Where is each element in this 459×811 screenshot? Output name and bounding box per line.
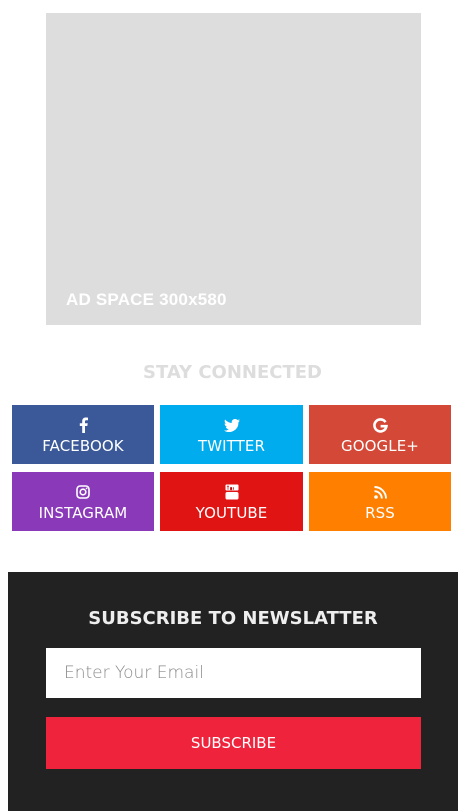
rss-button[interactable]: RSS [309, 472, 451, 531]
rss-icon [373, 483, 387, 501]
instagram-label: INSTAGRAM [38, 504, 128, 522]
newsletter-section: SUBSCRIBE TO NEWSLATTER SUBSCRIBE [8, 572, 458, 811]
facebook-button[interactable]: FACEBOOK [12, 405, 154, 464]
ad-space: AD SPACE 300x580 [46, 13, 421, 325]
ad-space-label: AD SPACE 300x580 [66, 290, 227, 309]
youtube-button[interactable]: YOUTUBE [160, 472, 303, 531]
facebook-label: FACEBOOK [42, 437, 124, 455]
google-icon [372, 416, 388, 434]
rss-label: RSS [365, 504, 395, 522]
subscribe-button[interactable]: SUBSCRIBE [46, 717, 421, 769]
instagram-icon [76, 483, 90, 501]
email-input[interactable] [46, 648, 421, 698]
newsletter-title: SUBSCRIBE TO NEWSLATTER [88, 608, 378, 629]
stay-connected-title: STAY CONNECTED [142, 362, 322, 383]
google-plus-button[interactable]: GOOGLE+ [309, 405, 451, 464]
social-buttons-grid: FACEBOOK TWITTER GOOGLE+ INSTAGRAM YOUTU… [12, 405, 451, 531]
twitter-button[interactable]: TWITTER [160, 405, 303, 464]
facebook-icon [79, 416, 88, 434]
youtube-icon [225, 483, 239, 501]
twitter-icon [223, 416, 240, 434]
instagram-button[interactable]: INSTAGRAM [12, 472, 154, 531]
google-plus-label: GOOGLE+ [341, 437, 419, 455]
twitter-label: TWITTER [197, 437, 266, 455]
youtube-label: YOUTUBE [195, 504, 268, 522]
